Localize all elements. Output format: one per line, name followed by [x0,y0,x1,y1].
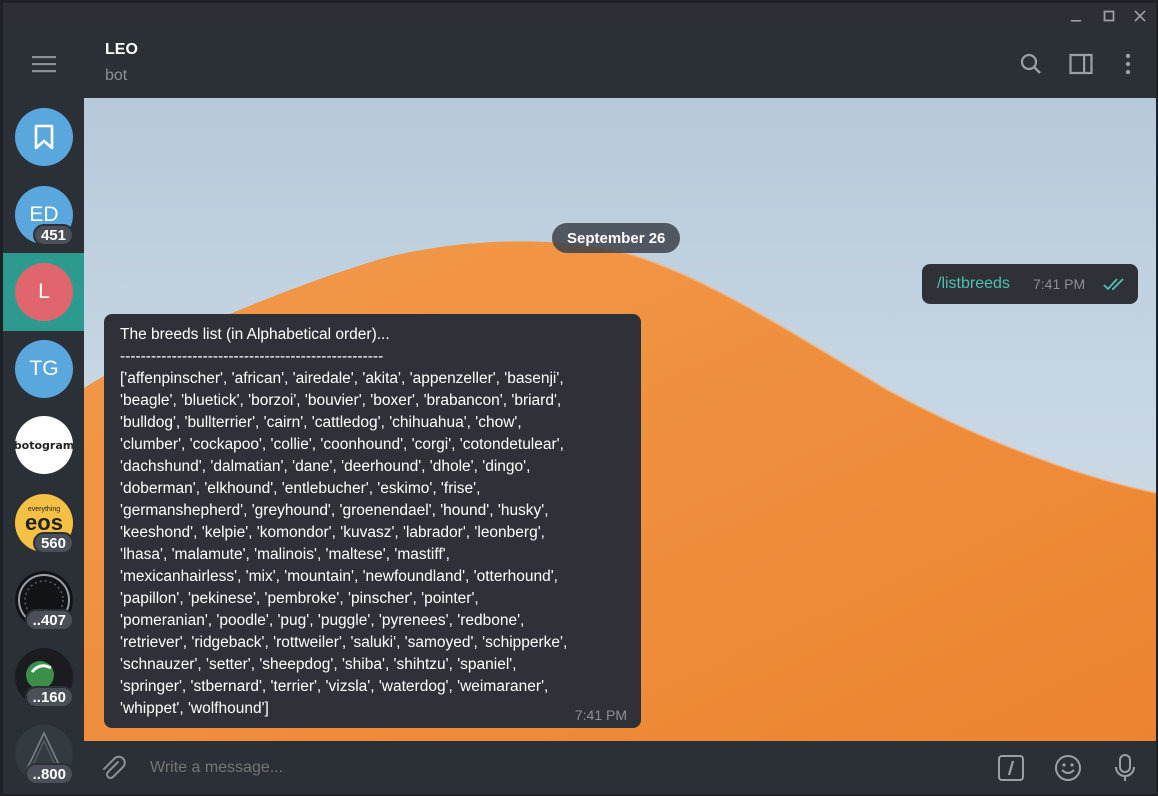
side-panel-icon [1069,53,1093,75]
avatar-initials: TG [29,357,59,380]
paperclip-icon [103,755,126,780]
microphone-icon [1115,754,1135,781]
unread-badge: 451 [32,224,74,246]
chat-item-green-channel[interactable]: ..160 [3,638,84,716]
chat-item-ed[interactable]: ED 451 [3,176,84,254]
chat-item-leo[interactable]: L [3,253,84,331]
chat-title[interactable]: LEO [105,41,138,59]
minimize-icon [1071,20,1081,22]
unread-badge: ..160 [24,686,74,708]
more-options-button[interactable] [1113,49,1143,79]
minimize-button[interactable] [1060,3,1092,29]
botogram-logo-text: botogram [15,438,73,452]
hamburger-menu-icon [31,55,56,72]
avatar: botogram [15,416,73,474]
chat-item-everything-eos[interactable]: everything eos 560 [3,484,84,562]
outgoing-message[interactable]: /listbreeds 7:41 PM [922,264,1138,304]
search-button[interactable] [1016,49,1046,79]
avatar [15,108,73,166]
slash-command-icon [998,755,1024,781]
unread-badge: ..407 [24,609,74,631]
emoji-button[interactable] [1053,753,1083,783]
chat-header: LEO bot [84,29,1156,98]
title-bar [3,3,1156,29]
voice-record-button[interactable] [1110,753,1140,783]
chat-list-sidebar: ED 451 L TG botogram everything eos 560 [3,29,84,794]
close-icon [1134,10,1146,22]
kebab-menu-icon [1125,53,1131,75]
chat-item-dial-channel[interactable]: ..407 [3,561,84,639]
chat-item-saved-messages[interactable] [3,98,84,176]
chat-item-tg[interactable]: TG [3,330,84,408]
bookmark-icon [34,124,54,150]
avatar-initials: L [38,280,50,303]
unread-badge: 560 [32,532,74,554]
outgoing-message-time: 7:41 PM [1033,276,1086,292]
incoming-message-time: 7:41 PM [574,707,627,723]
eos-logo-text: eos [25,509,63,535]
chat-item-triangle-channel[interactable]: ..800 [3,715,84,793]
bot-commands-button[interactable] [996,753,1026,783]
date-separator: September 26 [552,223,681,253]
incoming-message-text: The breeds list (in Alphabetical order).… [120,326,568,717]
main-menu-button[interactable] [3,29,84,98]
close-button[interactable] [1124,3,1156,29]
side-panel-button[interactable] [1066,49,1096,79]
double-check-icon [1103,278,1124,291]
attach-button[interactable] [98,753,128,783]
avatar: L [15,263,73,321]
message-input[interactable] [150,755,970,781]
avatar: TG [15,340,73,398]
chat-background: September 26 /listbreeds 7:41 PM The bre… [84,98,1156,741]
unread-badge: ..800 [24,763,74,785]
message-composer [84,741,1156,794]
chat-item-botogram[interactable]: botogram [3,406,84,484]
outgoing-message-text[interactable]: /listbreeds [937,275,1010,293]
incoming-message[interactable]: The breeds list (in Alphabetical order).… [104,314,641,728]
maximize-icon [1103,10,1115,22]
smiley-icon [1055,755,1081,781]
maximize-button[interactable] [1093,3,1125,29]
search-icon [1020,53,1041,74]
chat-subtitle: bot [105,67,128,84]
telegram-window: ED 451 L TG botogram everything eos 560 [3,3,1156,794]
